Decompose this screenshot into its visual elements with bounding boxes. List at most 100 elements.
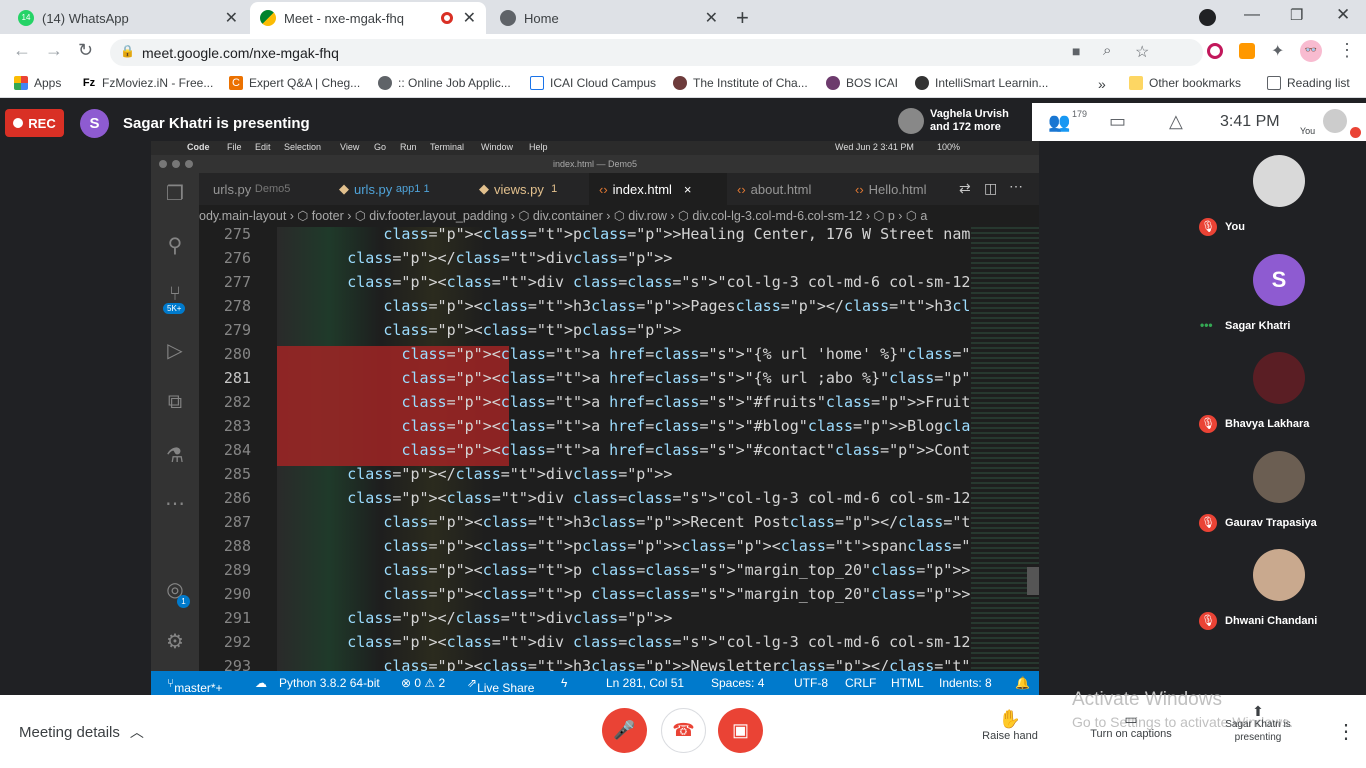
participant-tile[interactable]: S ••• Sagar Khatri	[1192, 253, 1366, 353]
python-interpreter[interactable]: Python 3.8.2 64-bit	[279, 676, 380, 690]
split-editor-icon[interactable]: ◫	[984, 180, 997, 197]
back-icon[interactable]: ←	[13, 40, 31, 61]
tab-hello-html[interactable]: ‹› Hello.html	[845, 173, 955, 205]
breadcrumb[interactable]: ody.main-layout › ⬡ footer › ⬡ div.foote…	[199, 205, 1039, 227]
more-actions-icon[interactable]: ⋯	[1009, 178, 1023, 195]
close-icon[interactable]: ✕	[225, 8, 238, 28]
bookmark-chegg[interactable]: C Expert Q&A | Cheg...	[229, 76, 360, 90]
tab-about-html[interactable]: ‹› about.html	[727, 173, 845, 205]
branch-indicator[interactable]: ⑂ master*+	[167, 676, 223, 695]
url-bar[interactable]: 🔒 meet.google.com/nxe-mgak-fhq ■ ⌕ ☆	[110, 39, 1203, 66]
forward-icon[interactable]: →	[45, 40, 63, 61]
line-number: 282	[223, 393, 251, 411]
participant-tile[interactable]: 🎙 Dhwani Chandani	[1192, 549, 1366, 648]
tab-urls-app1[interactable]: ◆ urls.py app1 1	[327, 173, 467, 205]
close-icon[interactable]: ✕	[705, 8, 718, 28]
tab-views[interactable]: ◆ views.py 1	[467, 173, 589, 205]
status-bar: ⑂ master*+ ☁ Python 3.8.2 64-bit ⊗ 0 ⚠ 2…	[151, 671, 1039, 695]
people-icon[interactable]: 👥	[1048, 112, 1070, 133]
extensions-icon[interactable]: ⧉	[163, 391, 187, 415]
search-icon[interactable]: ⚲	[163, 233, 187, 257]
participant-name: You	[1225, 221, 1245, 233]
more-icon[interactable]: ⋯	[163, 491, 187, 515]
menu-icon[interactable]: ⋮	[1338, 40, 1356, 61]
presenter-text: Sagar Khatri is presenting	[123, 115, 310, 132]
encoding[interactable]: UTF-8	[794, 676, 828, 690]
institute-icon	[673, 76, 687, 90]
participant-tile[interactable]: 🎙 You	[1192, 155, 1366, 254]
extension-icon[interactable]	[1239, 43, 1255, 59]
bookmarks-more[interactable]: »	[1098, 76, 1106, 92]
activities-icon[interactable]: △	[1169, 111, 1183, 132]
reload-icon[interactable]: ↻	[78, 40, 93, 61]
tab-search-icon[interactable]	[1199, 9, 1216, 26]
extension-icon[interactable]	[1207, 43, 1223, 59]
scrollbar-thumb[interactable]	[1027, 567, 1039, 595]
liveshare-button[interactable]: ⇗ Live Share	[467, 676, 534, 695]
you-label: You	[1300, 126, 1316, 136]
minimap[interactable]	[971, 227, 1039, 671]
profile-avatar[interactable]: 👓	[1300, 40, 1322, 62]
maximize-button[interactable]: ❐	[1290, 6, 1303, 24]
indents[interactable]: Indents: 8	[939, 676, 992, 690]
tab-meet[interactable]: Meet - nxe-mgak-fhq ✕	[250, 2, 486, 34]
attendee-summary[interactable]: Vaghela Urvish and 172 more	[898, 108, 1009, 134]
reading-list[interactable]: Reading list	[1267, 76, 1350, 90]
bookmark-apps[interactable]: Apps	[14, 76, 61, 90]
meeting-details-button[interactable]: Meeting details ︿	[19, 722, 144, 742]
bookmark-fzmoviez[interactable]: Fz FzMoviez.iN - Free...	[82, 76, 213, 90]
leave-call-button[interactable]: ☎	[661, 708, 706, 753]
other-bookmarks[interactable]: Other bookmarks	[1129, 76, 1241, 90]
more-options-icon[interactable]: ⋮	[1336, 719, 1356, 744]
presenter-avatar: S	[80, 109, 109, 138]
participant-tile[interactable]: 🎙 Gaurav Trapasiya	[1192, 450, 1366, 550]
fz-icon: Fz	[82, 77, 96, 89]
tab-urls-demo5[interactable]: urls.py Demo5	[199, 173, 327, 205]
mic-off-icon: 🎤	[613, 720, 636, 740]
cursor-position[interactable]: Ln 281, Col 51	[606, 676, 684, 690]
testing-icon[interactable]: ⚗	[163, 443, 187, 467]
code-editor[interactable]: 275 class="p"><class="t">pclass="p">>Hea…	[199, 225, 1039, 675]
code-line: class="p"></class="t">divclass="p">>	[347, 609, 673, 627]
puzzle-icon[interactable]: ✦	[1271, 41, 1284, 61]
lightning-icon[interactable]: ϟ	[561, 676, 567, 690]
participant-sidebar: 🎙 You S ••• Sagar Khatri 🎙 Bhavya Lakhara 🎙 Gaur…	[1192, 141, 1366, 631]
explorer-icon[interactable]: ❐	[163, 181, 187, 205]
bookmark-intellismart[interactable]: IntelliSmart Learnin...	[915, 76, 1048, 90]
bookmark-job[interactable]: :: Online Job Applic...	[378, 76, 511, 90]
bookmark-institute[interactable]: The Institute of Cha...	[673, 76, 808, 90]
mic-off-icon: 🎙	[1199, 218, 1217, 236]
shared-screen-vscode: Code File Edit Selection View Go Run Ter…	[151, 141, 1039, 695]
folder-icon	[1129, 76, 1143, 90]
sync-icon[interactable]: ☁	[255, 676, 267, 690]
video-icon[interactable]: ■	[1072, 43, 1080, 59]
tab-home[interactable]: Home ✕	[490, 2, 728, 34]
camera-toggle-button[interactable]: ▣	[718, 708, 763, 753]
bookmark-bos[interactable]: BOS ICAI	[826, 76, 898, 90]
zoom-icon[interactable]: ⌕	[1103, 42, 1111, 59]
minimize-button[interactable]: —	[1244, 6, 1260, 24]
settings-gear-icon[interactable]: ⚙	[163, 629, 187, 653]
close-icon[interactable]: ✕	[463, 8, 476, 28]
close-tab-icon[interactable]: ×	[684, 182, 692, 197]
problems-indicator[interactable]: ⊗ 0 ⚠ 2	[401, 676, 445, 690]
participant-tile[interactable]: 🎙 Bhavya Lakhara	[1192, 352, 1366, 451]
tab-index-html[interactable]: ‹› index.html ×	[589, 173, 727, 205]
tab-whatsapp[interactable]: 14 (14) WhatsApp ✕	[8, 2, 248, 34]
bookmark-icai-cloud[interactable]: ICAI Cloud Campus	[530, 76, 656, 90]
captions-button[interactable]: ▭ Turn on captions	[1086, 711, 1176, 740]
star-icon[interactable]: ☆	[1135, 42, 1149, 62]
bell-icon[interactable]: 🔔	[1015, 676, 1030, 690]
language-mode[interactable]: HTML	[891, 676, 924, 690]
close-window-button[interactable]: ✕	[1336, 5, 1350, 25]
new-tab-button[interactable]: +	[736, 5, 749, 31]
url-text: meet.google.com/nxe-mgak-fhq	[142, 44, 339, 61]
indentation[interactable]: Spaces: 4	[711, 676, 764, 690]
present-now-button[interactable]: ⬆ Sagar Khatri is presenting	[1222, 704, 1294, 744]
line-endings[interactable]: CRLF	[845, 676, 876, 690]
raise-hand-button[interactable]: ✋ Raise hand	[980, 709, 1040, 742]
run-debug-icon[interactable]: ▷	[163, 338, 187, 362]
chat-icon[interactable]: ▭	[1109, 111, 1126, 132]
compare-icon[interactable]: ⇄	[959, 180, 971, 197]
mic-toggle-button[interactable]: 🎤	[602, 708, 647, 753]
